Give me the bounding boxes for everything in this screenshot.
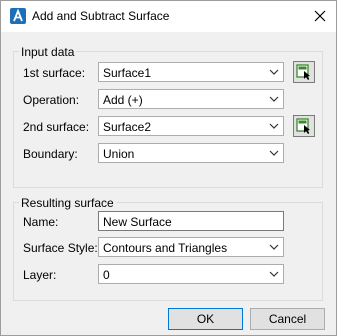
pick-from-drawing-icon [296, 64, 310, 80]
autocad-civil-icon [10, 8, 26, 24]
name-label: Name: [23, 215, 59, 229]
close-icon[interactable] [311, 7, 329, 25]
operation-label: Operation: [23, 93, 80, 107]
second-surface-label: 2nd surface: [23, 120, 90, 134]
chevron-down-icon [269, 96, 279, 102]
boundary-value: Union [103, 147, 135, 161]
layer-value: 0 [103, 268, 110, 282]
surface-style-value: Contours and Triangles [103, 241, 228, 255]
operation-dropdown[interactable]: Add (+) [98, 89, 284, 109]
chevron-down-icon [269, 244, 279, 250]
pick-second-surface-button[interactable] [293, 115, 315, 137]
first-surface-value: Surface1 [103, 66, 152, 80]
operation-value: Add (+) [103, 93, 143, 107]
resulting-surface-title: Resulting surface [19, 196, 116, 210]
first-surface-label: 1st surface: [23, 66, 86, 80]
pick-from-drawing-icon [296, 118, 310, 134]
boundary-label: Boundary: [23, 147, 78, 161]
first-surface-dropdown[interactable]: Surface1 [98, 62, 284, 82]
name-value: New Surface [103, 215, 172, 229]
surface-style-label: Surface Style: [23, 241, 98, 255]
layer-dropdown[interactable]: 0 [98, 264, 284, 284]
dialog-window: Add and Subtract Surface Input data 1st … [0, 0, 337, 336]
boundary-dropdown[interactable]: Union [98, 143, 284, 163]
input-data-title: Input data [19, 45, 77, 59]
cancel-button[interactable]: Cancel [250, 308, 325, 330]
name-input[interactable]: New Surface [98, 211, 284, 231]
ok-button[interactable]: OK [168, 308, 243, 330]
second-surface-dropdown[interactable]: Surface2 [98, 116, 284, 136]
chevron-down-icon [269, 123, 279, 129]
window-title: Add and Subtract Surface [32, 9, 170, 23]
chevron-down-icon [269, 69, 279, 75]
layer-label: Layer: [23, 268, 57, 282]
chevron-down-icon [269, 150, 279, 156]
pick-first-surface-button[interactable] [293, 61, 315, 83]
surface-style-dropdown[interactable]: Contours and Triangles [98, 237, 284, 257]
second-surface-value: Surface2 [103, 120, 152, 134]
title-bar: Add and Subtract Surface [1, 1, 336, 32]
chevron-down-icon [269, 271, 279, 277]
